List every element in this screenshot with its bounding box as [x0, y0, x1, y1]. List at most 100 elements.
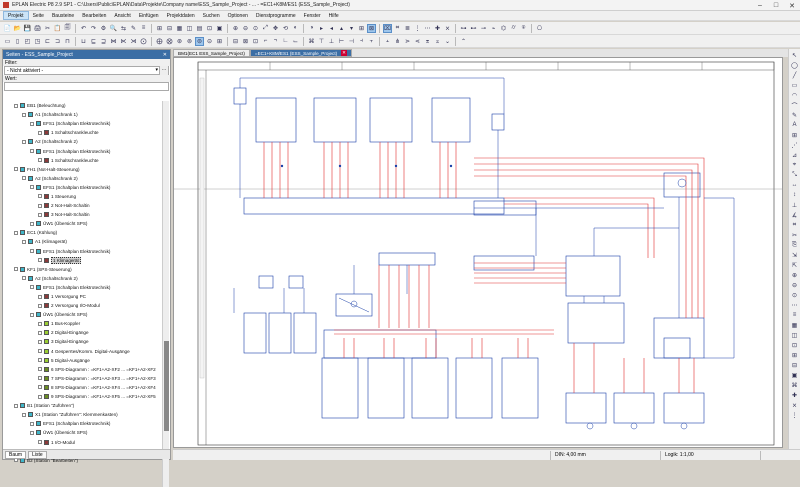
toolbar-button-icon[interactable]: ⌆	[423, 37, 432, 46]
toolbar-button-icon[interactable]: ✥	[271, 24, 280, 33]
expand-icon[interactable]	[30, 185, 34, 190]
tree-node[interactable]: EFS1 (Schaltplan Elektrotechnik)	[3, 419, 163, 428]
expand-icon[interactable]	[30, 285, 34, 290]
toolbar-button-icon[interactable]: ◰	[23, 37, 32, 46]
doc-tab-schematic[interactable]: =EC1+K8M/ES1 (ESS_Sample_Project) ✕	[249, 49, 352, 57]
menu-item[interactable]: Hilfe	[325, 11, 343, 20]
tab-list[interactable]: Liste	[28, 450, 47, 459]
toolbar-button-icon[interactable]: ◫	[185, 24, 194, 33]
toolbar-button-icon[interactable]: ⊟	[231, 37, 240, 46]
tree-node[interactable]: EFS1 (Schaltplan Elektrotechnik)	[3, 119, 163, 128]
maximize-button[interactable]: □	[768, 0, 784, 11]
expand-icon[interactable]	[22, 176, 26, 181]
drawing-tool-icon[interactable]: ⊥	[790, 201, 799, 209]
toolbar-button-icon[interactable]: ⫟	[367, 37, 376, 46]
toolbar-button-icon[interactable]: ↷	[89, 24, 98, 33]
tree-node[interactable]: EFS1 (Schaltplan Elektrotechnik)	[3, 283, 163, 292]
expand-icon[interactable]	[22, 239, 26, 244]
drawing-tool-icon[interactable]: ∡	[790, 211, 799, 219]
toolbar-button-icon[interactable]: ⊶	[459, 24, 468, 33]
filter-select[interactable]: - Nicht aktiviert - ▾ …	[4, 66, 169, 75]
tree-node[interactable]: ÜW1 (Übersicht SPS)	[3, 428, 163, 437]
tree-scrollbar[interactable]	[162, 101, 169, 487]
toolbar-button-icon[interactable]: ⊠	[367, 23, 376, 33]
menu-item[interactable]: Ansicht	[110, 11, 134, 20]
toolbar-button-icon[interactable]: ⨁	[155, 37, 164, 46]
expand-icon[interactable]	[14, 167, 18, 172]
toolbar-button-icon[interactable]: ⫞	[357, 37, 366, 46]
expand-icon[interactable]	[22, 412, 26, 417]
scrollbar-thumb[interactable]	[164, 341, 169, 431]
expand-icon[interactable]	[38, 294, 42, 299]
expand-icon[interactable]	[38, 158, 42, 163]
expand-icon[interactable]	[38, 203, 42, 208]
tree-node[interactable]: A2 (Schaltschrank 2)	[3, 274, 163, 283]
drawing-tool-icon[interactable]: ◠	[790, 91, 799, 99]
toolbar-button-icon[interactable]: ⌙	[291, 37, 300, 46]
toolbar-button-icon[interactable]: ⊡	[205, 24, 214, 33]
expand-icon[interactable]	[38, 212, 42, 217]
toolbar-button-icon[interactable]: ⊓	[63, 37, 72, 46]
toolbar-button-icon[interactable]: ⨯	[443, 24, 452, 33]
toolbar-button-icon[interactable]: ≡	[139, 24, 148, 33]
expand-icon[interactable]	[38, 339, 42, 344]
filter-more-button[interactable]: …	[159, 66, 168, 75]
toolbar-button-icon[interactable]: ▾	[347, 24, 356, 33]
toolbar-button-icon[interactable]: ⚙	[99, 24, 108, 33]
tree-node[interactable]: A1 (Schaltschrank 1)	[3, 110, 163, 119]
toolbar-button-icon[interactable]: ▭	[3, 37, 12, 46]
toolbar-button-icon[interactable]: ◂	[327, 24, 336, 33]
tree-node[interactable]: 9 SPS-Diagramm : =KF1+A2-XF5 ... =KF1+A2…	[3, 392, 163, 401]
close-icon[interactable]: ✕	[341, 50, 347, 56]
toolbar-button-icon[interactable]: ⋖	[413, 37, 422, 46]
menu-item[interactable]: Optionen	[224, 11, 252, 20]
toolbar-button-icon[interactable]: ⊢	[337, 37, 346, 46]
toolbar-button-icon[interactable]: ▴	[337, 24, 346, 33]
toolbar-button-icon[interactable]: ⌭	[509, 24, 518, 33]
schematic-canvas[interactable]	[173, 57, 783, 448]
drawing-tool-icon[interactable]: ⌒	[790, 101, 799, 110]
tree-node[interactable]: 3 Not-Halt-Schaltin	[3, 210, 163, 219]
toolbar-button-icon[interactable]: ⊙	[251, 24, 260, 33]
toolbar-button-icon[interactable]: ≣	[403, 24, 412, 33]
toolbar-button-icon[interactable]: ⋮	[413, 24, 422, 33]
tree-node[interactable]: 1 Bus-Koppler	[3, 319, 163, 328]
menu-item[interactable]: Fenster	[300, 11, 325, 20]
toolbar-button-icon[interactable]: ⋉	[119, 37, 128, 46]
expand-icon[interactable]	[38, 385, 42, 390]
toolbar-button-icon[interactable]: ⌬	[499, 24, 508, 33]
drawing-tool-icon[interactable]: ⎘	[790, 241, 799, 249]
drawing-tool-icon[interactable]: ⨯	[790, 401, 799, 409]
toolbar-button-icon[interactable]: ⌄	[443, 37, 452, 46]
expand-icon[interactable]	[38, 440, 42, 445]
toolbar-button-icon[interactable]: ⌗	[393, 24, 402, 33]
toolbar-button-icon[interactable]: 🔍	[109, 24, 118, 33]
drawing-tool-icon[interactable]: ⊿	[790, 151, 799, 159]
expand-icon[interactable]	[38, 194, 42, 199]
tree-node[interactable]: 6 SPS-Diagramm : =KF1+A2-XF2 ... =KF1+A2…	[3, 365, 163, 374]
expand-icon[interactable]	[14, 403, 18, 408]
toolbar-button-icon[interactable]: ⌐	[261, 37, 270, 46]
expand-icon[interactable]	[30, 121, 34, 126]
drawing-tool-icon[interactable]: ⊞	[790, 131, 799, 139]
toolbar-button-icon[interactable]: ⊐	[53, 37, 62, 46]
expand-icon[interactable]	[38, 321, 42, 326]
toolbar-button-icon[interactable]: ⌅	[433, 37, 442, 46]
menu-item[interactable]: Dienstprogramme	[252, 11, 300, 20]
menu-item[interactable]: Bearbeiten	[78, 11, 110, 20]
toolbar-button-icon[interactable]: ⫠	[383, 37, 392, 46]
drawing-tool-icon[interactable]: ↕	[790, 191, 799, 199]
toolbar-button-icon[interactable]: ⌃	[459, 37, 468, 46]
toolbar-button-icon[interactable]: ⨂	[165, 37, 174, 46]
toolbar-button-icon[interactable]: ⊜	[195, 36, 204, 46]
menu-item[interactable]: Projektdaten	[163, 11, 199, 20]
toolbar-button-icon[interactable]: ⊑	[89, 37, 98, 46]
toolbar-button-icon[interactable]: ▤	[195, 24, 204, 33]
drawing-tool-icon[interactable]: ▣	[790, 371, 799, 379]
expand-icon[interactable]	[38, 367, 42, 372]
drawing-tool-icon[interactable]: ⊡	[790, 341, 799, 349]
expand-icon[interactable]	[30, 421, 34, 426]
drawing-tool-icon[interactable]: ↔	[790, 181, 799, 189]
tree-node[interactable]: EFS1 (Schaltplan Elektrotechnik)	[3, 146, 163, 155]
toolbar-button-icon[interactable]: ↶	[79, 24, 88, 33]
